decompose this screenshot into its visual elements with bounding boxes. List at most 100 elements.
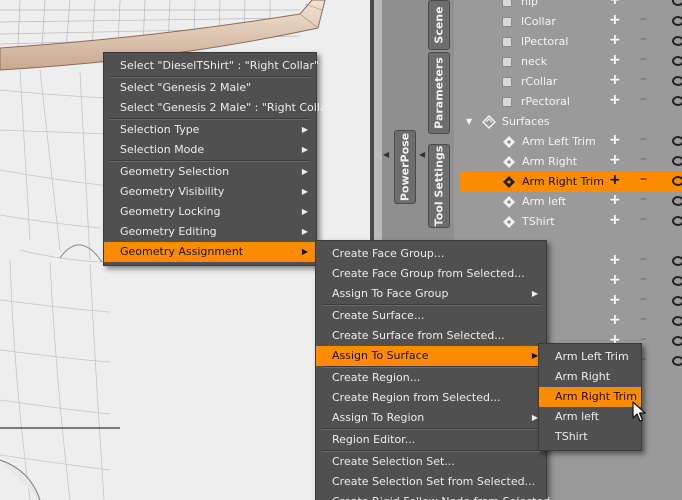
remove-icon[interactable]: – [640, 31, 647, 47]
remove-icon[interactable]: – [640, 291, 647, 307]
add-icon[interactable]: + [609, 192, 621, 208]
visibility-eye-icon[interactable] [672, 296, 682, 306]
remove-icon[interactable]: – [640, 11, 647, 27]
menu-item-label: Geometry Editing [120, 225, 217, 238]
assignment-menu-item[interactable]: Create Face Group from Selected... [316, 264, 546, 284]
visibility-eye-icon[interactable] [672, 136, 682, 146]
add-icon[interactable]: + [609, 172, 621, 188]
collapse-left-arrow-icon[interactable]: ◀ [383, 150, 389, 159]
context-menu-item[interactable]: Geometry Editing ▶ [104, 222, 316, 242]
expander-icon[interactable]: ▼ [466, 117, 472, 126]
remove-icon[interactable]: – [640, 191, 647, 207]
remove-icon[interactable]: – [640, 271, 647, 287]
visibility-eye-icon[interactable] [672, 216, 682, 226]
add-icon[interactable]: + [609, 272, 621, 288]
tab-scene[interactable]: Scene [428, 0, 450, 50]
add-icon[interactable]: + [609, 92, 621, 108]
tree-row-bone[interactable]: lPectoral + – [454, 31, 682, 52]
tab-parameters[interactable]: Parameters [428, 52, 450, 134]
tree-row-surface[interactable]: Arm left + – [454, 191, 682, 212]
tree-row-surface[interactable]: Arm Right + – [454, 151, 682, 172]
remove-icon[interactable]: – [640, 211, 647, 227]
remove-icon[interactable]: – [640, 51, 647, 67]
surface-menu-item[interactable]: Arm Right Trim [539, 387, 641, 407]
add-icon[interactable]: + [609, 12, 621, 28]
visibility-eye-icon[interactable] [672, 356, 682, 366]
remove-icon[interactable]: – [640, 251, 647, 267]
add-icon[interactable]: + [609, 292, 621, 308]
context-menu-item[interactable]: Selection Type ▶ [104, 120, 316, 140]
tree-row-bone[interactable]: hip + – [454, 0, 682, 12]
visibility-eye-icon[interactable] [672, 176, 682, 186]
tree-row-label: Arm Right Trim [522, 175, 604, 188]
submenu-arrow-icon: ▶ [531, 289, 538, 298]
assignment-menu-item[interactable]: Create Surface... [316, 306, 546, 326]
visibility-eye-icon[interactable] [672, 56, 682, 66]
context-menu-item[interactable]: Geometry Locking ▶ [104, 202, 316, 222]
surface-menu-item[interactable]: Arm left [539, 407, 641, 427]
visibility-eye-icon[interactable] [672, 0, 682, 6]
tree-row-surface[interactable]: TShirt + – [454, 211, 682, 232]
assignment-menu-item[interactable]: Create Face Group... [316, 244, 546, 264]
menu-item-label: Arm Right Trim [555, 390, 637, 403]
tab-tool-settings[interactable]: Tool Settings [428, 144, 450, 228]
add-icon[interactable]: + [609, 52, 621, 68]
context-menu-item[interactable]: Select "Genesis 2 Male" [104, 78, 316, 98]
remove-icon[interactable]: – [640, 71, 647, 87]
assignment-menu-item[interactable]: Assign To Region ▶ [316, 408, 546, 428]
assignment-menu-item[interactable]: Assign To Face Group ▶ [316, 284, 546, 304]
context-menu-item[interactable]: Selection Mode ▶ [104, 140, 316, 160]
tree-row-bone[interactable]: neck + – [454, 51, 682, 72]
collapse-right-arrow-icon[interactable]: ◀ [419, 150, 425, 159]
assignment-menu-item[interactable]: Create Selection Set... [316, 452, 546, 472]
add-icon[interactable]: + [609, 72, 621, 88]
remove-icon[interactable]: – [640, 131, 647, 147]
remove-icon[interactable]: – [640, 91, 647, 107]
visibility-eye-icon[interactable] [672, 196, 682, 206]
context-menu-item[interactable]: Select "DieselTShirt" : "Right Collar" [104, 56, 319, 76]
visibility-eye-icon[interactable] [672, 96, 682, 106]
assignment-menu-item[interactable]: Assign To Surface ▶ [316, 346, 546, 366]
add-icon[interactable]: + [609, 312, 621, 328]
tree-group-surfaces[interactable]: ▼ Surfaces [454, 112, 682, 132]
surface-menu-item[interactable]: Arm Right [539, 367, 641, 387]
assignment-menu-item[interactable]: Create Region... [316, 368, 546, 388]
visibility-eye-icon[interactable] [672, 36, 682, 46]
remove-icon[interactable]: – [640, 171, 647, 187]
add-icon[interactable]: + [609, 132, 621, 148]
add-icon[interactable]: + [609, 0, 621, 8]
add-icon[interactable]: + [609, 152, 621, 168]
visibility-eye-icon[interactable] [672, 16, 682, 26]
assignment-menu-item[interactable]: Create Rigid Follow Node from Selected..… [316, 492, 561, 500]
remove-icon[interactable]: – [640, 311, 647, 327]
add-icon[interactable]: + [609, 252, 621, 268]
surface-menu-item[interactable]: Arm Left Trim [539, 347, 641, 367]
assignment-menu-item[interactable]: Region Editor... [316, 430, 546, 450]
visibility-eye-icon[interactable] [672, 316, 682, 326]
context-menu-item[interactable]: Geometry Visibility ▶ [104, 182, 316, 202]
tree-row-surface[interactable]: Arm Left Trim + – [454, 131, 682, 152]
assignment-menu-item[interactable]: Create Selection Set from Selected... [316, 472, 546, 492]
context-menu-item[interactable]: Select "Genesis 2 Male" : "Right Collar" [104, 98, 336, 118]
context-menu-item[interactable]: Geometry Assignment ▶ [104, 242, 316, 262]
visibility-eye-icon[interactable] [672, 256, 682, 266]
assignment-menu-item[interactable]: Create Surface from Selected... [316, 326, 546, 346]
add-icon[interactable]: + [609, 32, 621, 48]
visibility-eye-icon[interactable] [672, 76, 682, 86]
remove-icon[interactable]: – [640, 151, 647, 167]
visibility-eye-icon[interactable] [672, 156, 682, 166]
surface-menu-item[interactable]: TShirt [539, 427, 641, 447]
menu-item-label: Create Rigid Follow Node from Selected..… [332, 495, 561, 500]
tree-row-bone[interactable]: rCollar + – [454, 71, 682, 92]
context-menu-item[interactable]: Geometry Selection ▶ [104, 162, 316, 182]
assignment-menu-item[interactable]: Create Region from Selected... [316, 388, 546, 408]
remove-icon[interactable]: – [640, 0, 647, 7]
tree-row-bone[interactable]: rPectoral + – [454, 91, 682, 112]
visibility-eye-icon[interactable] [672, 336, 682, 346]
menu-item-label: TShirt [555, 430, 588, 443]
add-icon[interactable]: + [609, 212, 621, 228]
visibility-eye-icon[interactable] [672, 276, 682, 286]
tree-row-bone[interactable]: lCollar + – [454, 11, 682, 32]
tab-powerpose[interactable]: PowerPose [394, 130, 416, 204]
tree-row-surface[interactable]: Arm Right Trim + – [460, 171, 682, 192]
